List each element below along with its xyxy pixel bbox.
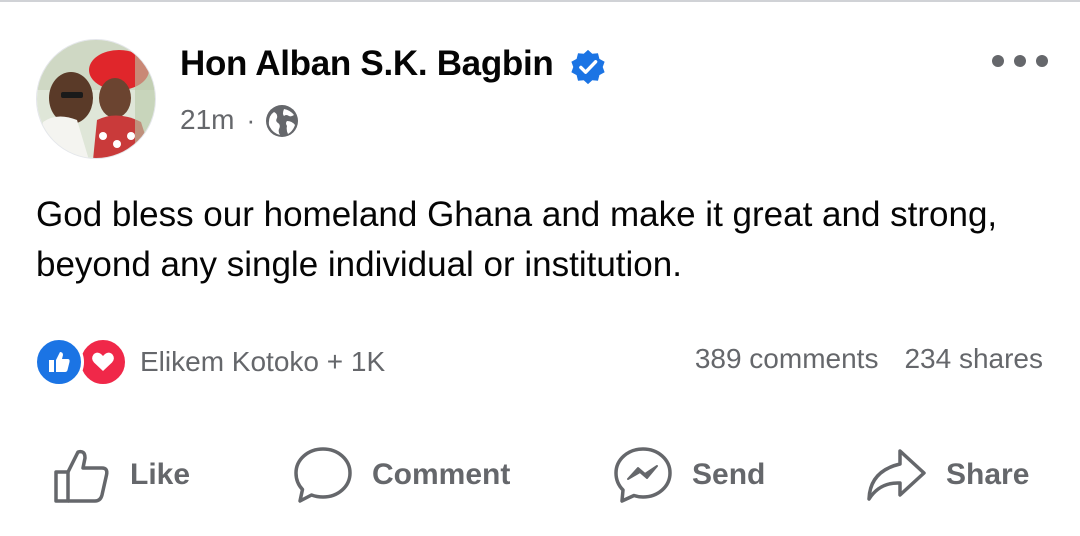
comment-icon bbox=[294, 447, 352, 503]
love-reaction-icon bbox=[78, 337, 128, 387]
action-bar: Like Comment Send Share bbox=[0, 440, 1080, 510]
share-button[interactable]: Share bbox=[864, 440, 1029, 510]
send-label: Send bbox=[692, 458, 766, 491]
post-timestamp[interactable]: 21m bbox=[180, 104, 234, 136]
messenger-icon bbox=[614, 447, 672, 503]
like-icon bbox=[54, 449, 109, 503]
post-meta: 21m · bbox=[180, 101, 299, 139]
avatar-image bbox=[37, 40, 155, 158]
shares-count[interactable]: 234 shares bbox=[904, 343, 1043, 375]
comment-label: Comment bbox=[372, 458, 511, 491]
more-options-icon[interactable] bbox=[988, 48, 1052, 74]
share-label: Share bbox=[946, 458, 1030, 491]
author-avatar[interactable] bbox=[36, 39, 156, 159]
post-text: God bless our homeland Ghana and make it… bbox=[36, 195, 998, 284]
meta-separator: · bbox=[246, 104, 256, 135]
comment-button[interactable]: Comment bbox=[292, 440, 510, 510]
author-name[interactable]: Hon Alban S.K. Bagbin bbox=[180, 44, 554, 84]
globe-icon[interactable] bbox=[265, 104, 299, 138]
like-button[interactable]: Like bbox=[52, 440, 190, 510]
top-divider bbox=[0, 0, 1080, 2]
engagement-counts: 389 comments 234 shares bbox=[695, 343, 1043, 375]
like-reaction-icon bbox=[34, 337, 84, 387]
like-label: Like bbox=[130, 458, 191, 491]
send-button[interactable]: Send bbox=[612, 440, 765, 510]
reactions-label[interactable]: Elikem Kotoko + 1K bbox=[140, 346, 385, 378]
comments-count[interactable]: 389 comments bbox=[695, 343, 879, 375]
reactions-summary[interactable]: Elikem Kotoko + 1K bbox=[34, 337, 385, 387]
verified-badge-icon bbox=[571, 49, 605, 85]
share-icon bbox=[867, 449, 926, 501]
